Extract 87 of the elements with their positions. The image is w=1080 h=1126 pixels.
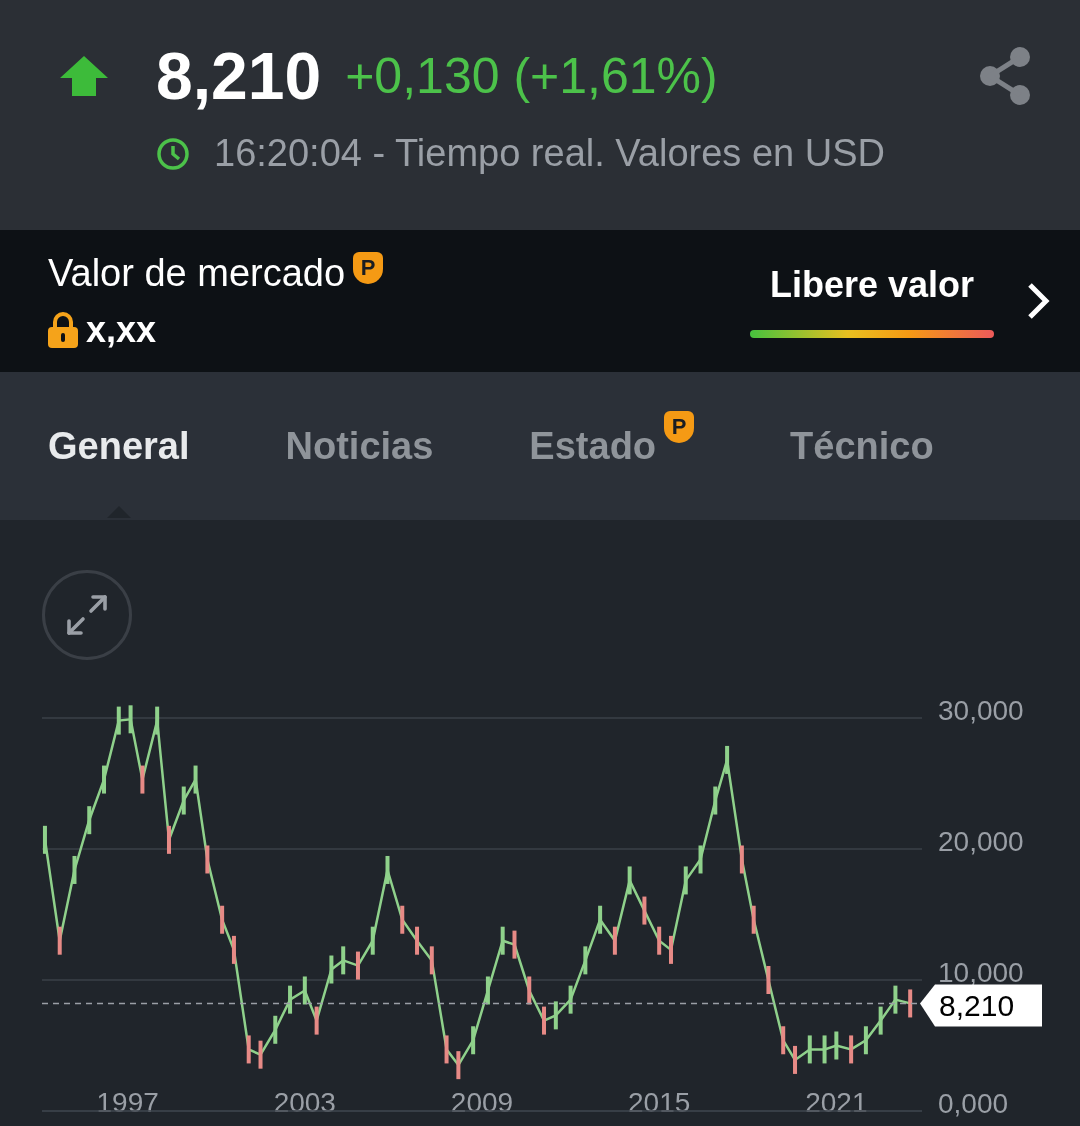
candle: [314, 1006, 319, 1035]
candle: [863, 1026, 868, 1055]
candle: [102, 765, 106, 794]
candle: [793, 1045, 797, 1074]
candle: [400, 905, 405, 934]
candle: [878, 1006, 883, 1035]
x-axis-label: 1997: [96, 1087, 159, 1118]
ref-line-label: 8,210: [939, 989, 1015, 1023]
y-axis-label: 20,000: [938, 826, 1024, 857]
candle: [116, 706, 121, 735]
candle: [193, 765, 198, 794]
candle: [527, 976, 532, 1005]
price-tag: 8,210: [920, 984, 1042, 1027]
candle: [220, 905, 225, 934]
candle: [471, 1026, 476, 1055]
candle: [553, 1001, 558, 1030]
candle: [155, 706, 160, 735]
candle: [698, 845, 703, 874]
candle: [542, 1006, 546, 1035]
candle: [140, 765, 145, 794]
candle: [627, 866, 632, 895]
premium-badge: P: [664, 410, 695, 443]
candle: [583, 946, 588, 975]
candle: [429, 946, 434, 975]
candle: [355, 951, 360, 980]
premium-badge: P: [353, 251, 384, 284]
candle: [669, 935, 673, 964]
candle: [415, 926, 420, 955]
candle: [258, 1040, 263, 1069]
candle: [370, 926, 375, 955]
candle: [72, 855, 77, 884]
candle: [302, 976, 307, 1005]
candle: [512, 930, 517, 959]
unlock-value-button[interactable]: Libere valor: [750, 264, 994, 338]
candle: [822, 1035, 827, 1064]
x-axis-label: 2021: [805, 1087, 868, 1118]
x-axis-label: 2009: [450, 1087, 514, 1118]
price-change: +0,130 (+1,61%): [345, 47, 718, 105]
tab[interactable]: Noticias: [285, 424, 434, 468]
candle: [57, 926, 62, 955]
candle: [568, 985, 573, 1014]
candle: [781, 1026, 786, 1055]
candle: [849, 1035, 854, 1064]
tab[interactable]: Técnico: [790, 424, 934, 468]
candle: [751, 905, 756, 934]
candle: [329, 955, 334, 984]
y-axis-label: 30,000: [938, 695, 1024, 726]
x-axis-label: 2015: [628, 1087, 691, 1118]
timestamp: 16:20:04 - Tiempo real. Valores en USD: [214, 132, 885, 175]
candle: [893, 985, 898, 1014]
clock-icon: [156, 136, 190, 171]
candle: [683, 866, 688, 895]
candle: [42, 825, 47, 854]
candle: [87, 806, 92, 835]
candle: [128, 705, 133, 734]
candle: [456, 1051, 461, 1080]
x-axis-label: 2003: [273, 1087, 336, 1118]
market-value: x,xx: [86, 308, 157, 351]
candle: [598, 905, 603, 934]
candle: [766, 966, 771, 994]
tab[interactable]: Estado: [529, 424, 657, 468]
market-value-label: Valor de mercado: [48, 251, 346, 295]
candle: [713, 786, 718, 815]
candle: [385, 855, 390, 884]
candle: [273, 1015, 278, 1044]
candle: [485, 976, 490, 1005]
candle: [341, 946, 346, 975]
candle: [834, 1031, 839, 1060]
candle: [444, 1035, 449, 1064]
y-axis-label: 0,000: [938, 1088, 1009, 1119]
candle: [205, 845, 210, 874]
candle: [500, 926, 505, 955]
expand-button[interactable]: [42, 570, 132, 660]
candle: [807, 1035, 812, 1064]
candle: [181, 786, 186, 815]
candle: [288, 985, 293, 1014]
candle: [246, 1035, 251, 1064]
candle: [642, 896, 647, 925]
candle: [908, 989, 913, 1018]
candle: [725, 745, 730, 774]
candle: [657, 926, 662, 955]
candle: [167, 825, 171, 854]
price: 8,210: [156, 38, 322, 114]
candle: [612, 926, 617, 955]
share-icon[interactable]: [978, 46, 1032, 106]
candle: [231, 935, 236, 964]
candle: [739, 845, 744, 874]
